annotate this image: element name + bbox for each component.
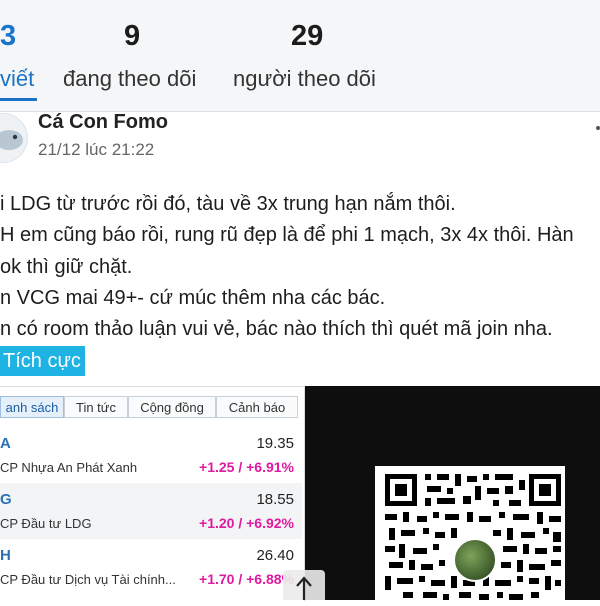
profile-stats-bar: 3 viết 9 đang theo dõi 29 người theo dõi [0,0,600,112]
stock-name: CP Nhựa An Phát Xanh [0,460,138,475]
following-tab[interactable]: đang theo dõi [63,66,196,92]
stock-name: CP Đầu tư LDG [0,516,92,531]
post-timestamp: 21/12 lúc 21:22 [38,140,155,159]
qr-center-logo [453,538,497,582]
tab-alerts[interactable]: Cảnh báo [216,396,298,418]
stock-change: +1.20 / +6.92% [199,515,294,531]
stock-change: +1.70 / +6.88% [199,571,294,587]
post-text-line: n VCG mai 49+- cứ múc thêm nha các bác. [0,287,386,309]
tab-news[interactable]: Tin tức [64,396,128,418]
stock-ticker: G [0,491,12,508]
more-vertical-icon[interactable] [592,118,600,138]
post-text-line: H em cũng báo rồi, rung rũ đẹp là để phi… [0,224,574,246]
fish-avatar-icon[interactable] [0,113,28,163]
posts-count[interactable]: 3 [0,20,16,53]
post-text-line: ok thì giữ chặt. [0,256,133,278]
stock-change: +1.25 / +6.91% [199,459,294,475]
scroll-to-top-button[interactable] [283,570,325,600]
post-text-line: i LDG từ trước rồi đó, tàu về 3x trung h… [0,193,456,215]
stock-ticker: H [0,547,11,564]
active-tab-underline [0,98,37,101]
stock-ticker: A [0,435,11,452]
stock-price: 26.40 [256,547,294,564]
widget-tabs: anh sách Tin tức Cộng đồng Cảnh báo [0,396,298,418]
stock-row[interactable]: A 19.35 CP Nhựa An Phát Xanh +1.25 / +6.… [0,427,302,483]
sentiment-tag[interactable]: Tích cực [0,346,85,376]
followers-count[interactable]: 29 [291,20,323,53]
arrow-up-icon [296,576,312,600]
stock-name: CP Đầu tư Dịch vụ Tài chính... [0,572,176,587]
stock-row[interactable]: G 18.55 CP Đầu tư LDG +1.20 / +6.92% [0,483,302,539]
post-text-line: n có room thảo luận vui vẻ, bác nào thíc… [0,318,553,340]
stock-price: 18.55 [256,491,294,508]
following-count[interactable]: 9 [124,20,140,53]
post-author[interactable]: Cá Con Fomo [38,111,168,134]
watchlist-widget: anh sách Tin tức Cộng đồng Cảnh báo A 19… [0,386,305,601]
qr-code-image[interactable] [305,386,600,606]
posts-tab[interactable]: viết [0,66,34,92]
followers-tab[interactable]: người theo dõi [233,66,376,92]
stock-row[interactable]: H 26.40 CP Đầu tư Dịch vụ Tài chính... +… [0,539,302,595]
qr-code [385,474,561,600]
tab-watchlist[interactable]: anh sách [0,396,64,418]
tab-community[interactable]: Cộng đồng [128,396,216,418]
stock-price: 19.35 [256,435,294,452]
